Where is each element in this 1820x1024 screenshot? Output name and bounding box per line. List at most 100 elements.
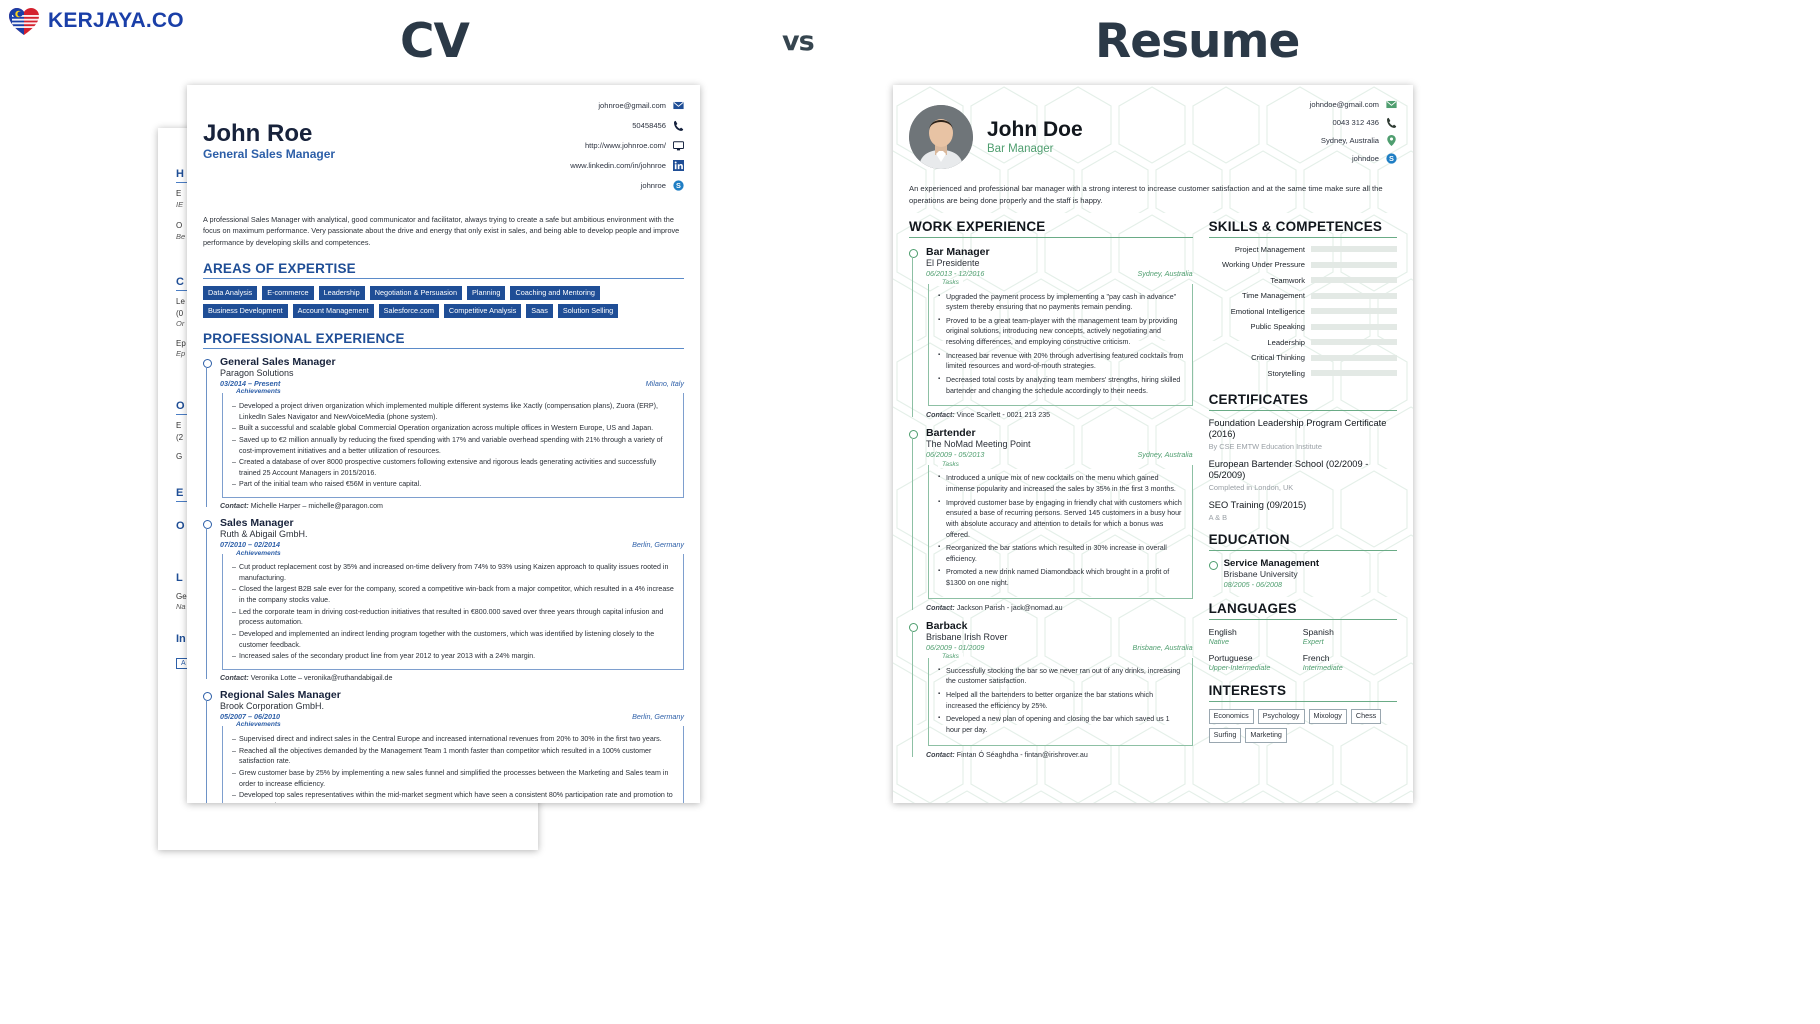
cv-contact-list: johnroe@gmail.com 50458456 http://www.jo…: [570, 100, 684, 200]
phone-icon: [673, 120, 684, 131]
cv-contact-text: johnroe: [640, 181, 666, 190]
cv-job-entry: Regional Sales Manager Brook Corporation…: [203, 689, 684, 803]
expertise-tag[interactable]: Coaching and Mentoring: [510, 285, 600, 300]
skill-label: Time Management: [1241, 291, 1305, 301]
expertise-tag[interactable]: Data Analysis: [203, 285, 258, 300]
expertise-tag[interactable]: Competitive Analysis: [443, 303, 522, 318]
resume-contact-location[interactable]: Sydney, Australia: [1310, 135, 1397, 146]
resume-contact-skype[interactable]: johndoe S: [1310, 153, 1397, 164]
cv-contact-skype[interactable]: johnroe S: [570, 180, 684, 191]
contact-label: Contact:: [926, 411, 955, 420]
expertise-tag[interactable]: Negotiation & Persuasion: [369, 285, 463, 300]
resume-section-languages: LANGUAGES: [1208, 600, 1297, 616]
cv-job-entry: Sales Manager Ruth & Abigail GmbH. 07/20…: [203, 517, 684, 682]
language-level: Intermediate: [1302, 662, 1343, 672]
cv-front-page[interactable]: John Roe General Sales Manager johnroe@g…: [187, 85, 700, 803]
expertise-tag[interactable]: Account Management: [292, 303, 374, 318]
job-company: Brisbane Irish Rover: [926, 631, 1008, 642]
resume-contact-phone[interactable]: 0043 312 436: [1310, 117, 1397, 128]
malaysia-flag-heart-icon: [8, 6, 42, 36]
interest-tag[interactable]: Psychology: [1257, 708, 1305, 724]
contact-value: Jackson Parish - jack@nomad.au: [956, 603, 1063, 612]
task-item: Improved customer base by engaging in fr…: [938, 498, 1185, 541]
resume-summary: An experienced and professional bar mana…: [909, 184, 1383, 205]
skills-list: Project Management Working Under Pressur…: [1209, 245, 1397, 378]
achievement-item: Saved up to €2 million annually by reduc…: [232, 435, 676, 456]
achievements-label: Achievements: [232, 388, 285, 396]
skill-label: Project Management: [1234, 244, 1305, 254]
interest-tag[interactable]: Economics: [1208, 708, 1254, 724]
brand-logo[interactable]: KERJAYA.CO: [8, 6, 184, 36]
task-item: Developed a new plan of opening and clos…: [938, 714, 1185, 735]
certificate-title: Foundation Leadership Program Certificat…: [1208, 417, 1387, 440]
monitor-icon: [673, 140, 684, 151]
skill-row: Emotional Intelligence: [1209, 307, 1397, 316]
achievement-item: Created a database of over 8000 prospect…: [232, 457, 676, 478]
expertise-tag[interactable]: E-commerce: [262, 285, 314, 300]
skill-label: Teamwork: [1270, 275, 1305, 285]
cv-contact-email[interactable]: johnroe@gmail.com: [570, 100, 684, 111]
resume-sidebar-column: SKILLS & COMPETENCES Project Management …: [1208, 218, 1397, 759]
achievement-item: Closed the largest B2B sale ever for the…: [232, 584, 676, 605]
job-tasks: Tasks Introduced a unique mix of new coc…: [928, 460, 1193, 599]
interest-tag[interactable]: Marketing: [1245, 727, 1287, 743]
divider: [1208, 618, 1397, 620]
expertise-tag[interactable]: Saas: [526, 303, 553, 318]
certificate-item: Foundation Leadership Program Certificat…: [1209, 418, 1397, 451]
tasks-label: Tasks: [938, 653, 963, 661]
cv-contact-linkedin[interactable]: www.linkedin.com/in/johnroe: [570, 160, 684, 171]
cv-contact-website[interactable]: http://www.johnroe.com/: [570, 140, 684, 151]
job-tasks: Tasks Successfully stocking the bar so w…: [928, 653, 1193, 746]
contact-label: Contact:: [220, 673, 249, 682]
achievement-item: Part of the initial team who raised €56M…: [232, 479, 676, 490]
expertise-tag[interactable]: Salesforce.com: [378, 303, 439, 318]
skill-row: Project Management: [1209, 245, 1397, 254]
resume-page[interactable]: John Doe Bar Manager johndoe@gmail.com 0…: [893, 85, 1413, 803]
cv-contact-text: 50458456: [632, 121, 666, 130]
certificate-subtitle: A & B: [1208, 512, 1228, 522]
cv-contact-phone[interactable]: 50458456: [570, 120, 684, 131]
job-contact: Contact: Michelle Harper – michelle@para…: [220, 502, 684, 510]
job-company: Paragon Solutions: [220, 367, 294, 378]
skill-bar-track: [1311, 292, 1397, 299]
achievement-item: Cut product replacement cost by 35% and …: [232, 562, 676, 583]
job-location: Berlin, Germany: [632, 711, 684, 721]
expertise-tag[interactable]: Business Development: [203, 303, 288, 318]
skill-row: Teamwork: [1209, 276, 1397, 285]
expertise-tag[interactable]: Solution Selling: [557, 303, 619, 318]
certificate-item: SEO Training (09/2015) A & B: [1209, 500, 1397, 522]
skill-row: Working Under Pressure: [1209, 260, 1397, 269]
contact-label: Contact:: [220, 502, 249, 511]
divider: [1208, 700, 1397, 702]
avatar: [909, 105, 973, 169]
language-name: Spanish: [1302, 626, 1334, 637]
job-date: 06/2009 - 01/2009: [926, 642, 985, 652]
interest-tag[interactable]: Chess: [1350, 708, 1382, 724]
interest-tag[interactable]: Surfing: [1208, 727, 1242, 743]
cv-section-experience: PROFESSIONAL EXPERIENCE: [203, 330, 405, 346]
achievement-item: Grew customer base by 25% by implementin…: [232, 768, 676, 789]
job-title: Bartender: [926, 427, 976, 440]
cv-contact-text: johnroe@gmail.com: [598, 101, 666, 110]
task-item: Increased bar revenue with 20% through a…: [938, 351, 1185, 372]
job-contact: Contact: Veronika Lotte – veronika@rutha…: [220, 674, 684, 682]
resume-contact-text: johndoe: [1351, 154, 1379, 163]
resume-contact-email[interactable]: johndoe@gmail.com: [1310, 99, 1397, 110]
contact-value: Veronika Lotte – veronika@ruthandabigail…: [250, 673, 393, 682]
interest-tag[interactable]: Mixology: [1308, 708, 1347, 724]
resume-section-work: WORK EXPERIENCE: [909, 218, 1046, 234]
resume-section-skills: SKILLS & COMPETENCES: [1208, 218, 1383, 234]
task-item: Helped all the bartenders to better orga…: [938, 690, 1185, 711]
achievement-item: Led the corporate team in driving cost-r…: [232, 607, 676, 628]
resume-section-education: EDUCATION: [1208, 531, 1290, 547]
contact-label: Contact:: [926, 603, 955, 612]
interests-list: Economics Psychology Mixology Chess Surf…: [1208, 708, 1397, 743]
divider: [203, 347, 684, 349]
cv-expertise-row-2: Business Development Account Management …: [203, 303, 684, 318]
certificate-subtitle: By CSE EMTW Education Institute: [1208, 441, 1322, 451]
language-level: Expert: [1302, 636, 1324, 646]
resume-contact-text: Sydney, Australia: [1320, 136, 1379, 145]
expertise-tag[interactable]: Leadership: [318, 285, 365, 300]
svg-text:S: S: [676, 181, 681, 190]
expertise-tag[interactable]: Planning: [467, 285, 506, 300]
